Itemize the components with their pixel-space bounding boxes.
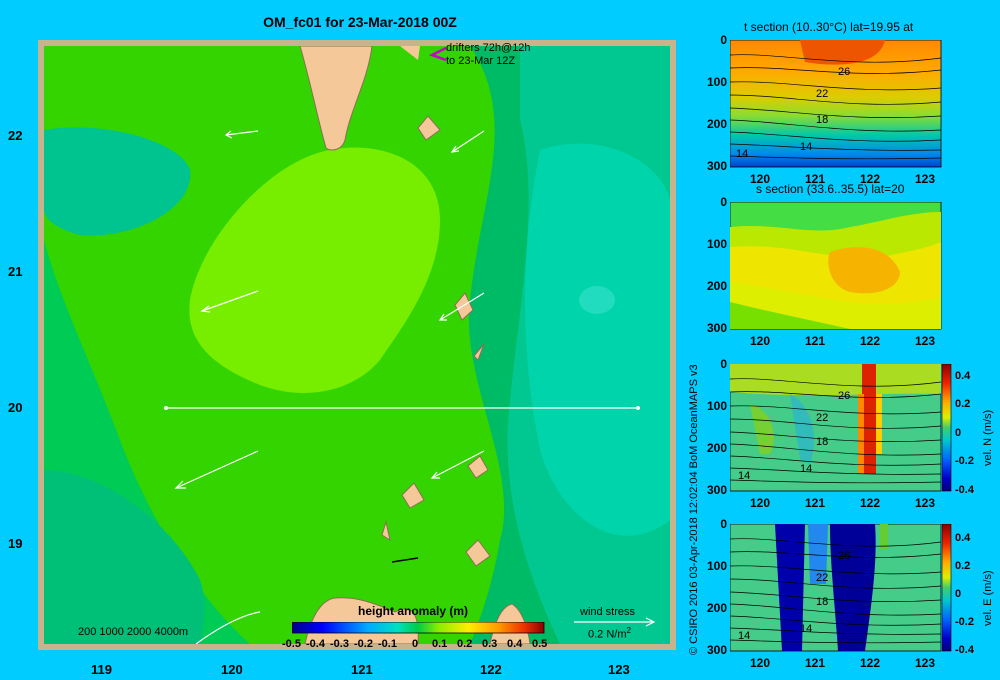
lon-tick: 123	[915, 334, 936, 348]
velocity-tick: 0.2	[955, 398, 971, 410]
lat-tick: 19	[8, 536, 23, 551]
contour-label: 26	[838, 390, 850, 402]
depth-tick: 100	[706, 559, 727, 573]
lon-tick: 122	[860, 334, 881, 348]
velocity-tick: -0.4	[955, 484, 974, 496]
depth-tick: 300	[706, 643, 727, 657]
contour-label: 18	[816, 596, 828, 608]
velocity-tick: -0.2	[955, 616, 974, 628]
depth-tick: 0	[720, 517, 727, 531]
lon-tick: 120	[750, 496, 771, 510]
contour-label: 22	[816, 412, 828, 424]
lon-tick: 121	[805, 656, 826, 670]
contour-label: 14	[738, 630, 750, 642]
velocity-e-label: vel. E (m/s)	[982, 570, 994, 626]
lon-tick: 120	[221, 662, 243, 677]
velocity-tick: -0.2	[955, 455, 974, 467]
height-colorbar	[292, 622, 545, 634]
velocity-tick: 0	[955, 427, 962, 439]
depth-tick: 200	[706, 601, 727, 615]
velocity-tick: 0	[955, 588, 962, 600]
velocity-tick: -0.4	[955, 644, 974, 656]
depth-tick: 300	[706, 483, 727, 497]
contour-label: 14	[800, 141, 812, 153]
lon-tick: 123	[608, 662, 630, 677]
depth-tick: 200	[706, 279, 727, 293]
velocity-tick: 0.4	[955, 532, 971, 544]
velocity-east-panel: 26 22 18 14 14	[730, 524, 942, 652]
wind-stress-value: 0.2 N/m2	[588, 626, 631, 641]
depth-tick: 200	[706, 117, 727, 131]
colorbar-tick: 0.1	[432, 638, 448, 650]
drifters-sublabel: to 23-Mar 12Z	[446, 55, 516, 67]
colorbar-tick: -0.1	[378, 638, 397, 650]
colorbar-tick: 0.3	[482, 638, 498, 650]
contour-label: 14	[800, 463, 812, 475]
lon-tick: 123	[915, 172, 936, 186]
depth-tick: 0	[720, 357, 727, 371]
lat-tick: 21	[8, 264, 23, 279]
velocity-e-colorbar	[942, 524, 952, 652]
lon-tick: 122	[860, 172, 881, 186]
velocity-tick: 0.2	[955, 560, 971, 572]
lon-tick: 123	[915, 496, 936, 510]
contour-label: 18	[816, 114, 828, 126]
lon-tick: 120	[750, 656, 771, 670]
contour-label: 18	[816, 436, 828, 448]
colorbar-tick: 0.4	[507, 638, 523, 650]
velocity-north-panel: 26 22 18 14 14	[730, 364, 942, 492]
contour-label: 14	[800, 623, 812, 635]
colorbar-tick: -0.5	[282, 638, 301, 650]
contour-label: 26	[838, 66, 850, 78]
lon-tick: 120	[750, 334, 771, 348]
lon-tick: 119	[91, 662, 112, 677]
contour-label: 14	[736, 148, 748, 160]
lat-tick: 22	[8, 128, 23, 143]
contour-label: 14	[738, 470, 750, 482]
colorbar-tick: -0.3	[330, 638, 349, 650]
lon-tick: 123	[915, 656, 936, 670]
contour-label: 22	[816, 88, 828, 100]
velocity-n-colorbar	[942, 364, 952, 492]
panel-title: s section (33.6..35.5) lat=20	[756, 182, 905, 196]
contour-label: 26	[838, 550, 850, 562]
panel-title: t section (10..30°C) lat=19.95 at	[744, 20, 914, 34]
lon-tick: 122	[860, 656, 881, 670]
colorbar-tick: 0	[412, 638, 419, 650]
main-map	[38, 40, 676, 650]
lon-tick: 121	[805, 496, 826, 510]
colorbar-ticks: -0.5 -0.4 -0.3 -0.2 -0.1 0 0.1 0.2 0.3 0…	[272, 638, 572, 652]
lon-tick: 121	[805, 334, 826, 348]
depth-tick: 0	[720, 195, 727, 209]
colorbar-tick: 0.2	[457, 638, 473, 650]
depth-tick: 200	[706, 441, 727, 455]
salinity-section-panel	[730, 202, 942, 330]
depth-tick: 300	[706, 321, 727, 335]
temperature-section-panel: 26 22 18 14 14	[730, 40, 942, 168]
contour-label: 22	[816, 572, 828, 584]
lon-tick: 122	[480, 662, 502, 677]
lon-tick: 121	[351, 662, 373, 677]
velocity-n-label: vel. N (m/s)	[982, 409, 994, 466]
lon-tick: 120	[750, 172, 771, 186]
depth-tick: 100	[706, 399, 727, 413]
lat-tick: 20	[8, 400, 23, 415]
drifters-label: drifters 72h@12h	[446, 42, 531, 54]
depth-tick: 100	[706, 237, 727, 251]
colorbar-title: height anomaly (m)	[358, 604, 469, 618]
lon-tick: 122	[860, 496, 881, 510]
depth-scale-label: 200 1000 2000 4000m	[78, 626, 189, 638]
colorbar-tick: -0.2	[354, 638, 373, 650]
velocity-tick: 0.4	[955, 370, 971, 382]
colorbar-tick: 0.5	[532, 638, 548, 650]
lon-tick: 121	[805, 172, 826, 186]
depth-tick: 100	[706, 75, 727, 89]
depth-tick: 0	[720, 33, 727, 47]
colorbar-tick: -0.4	[306, 638, 325, 650]
depth-tick: 300	[706, 159, 727, 173]
